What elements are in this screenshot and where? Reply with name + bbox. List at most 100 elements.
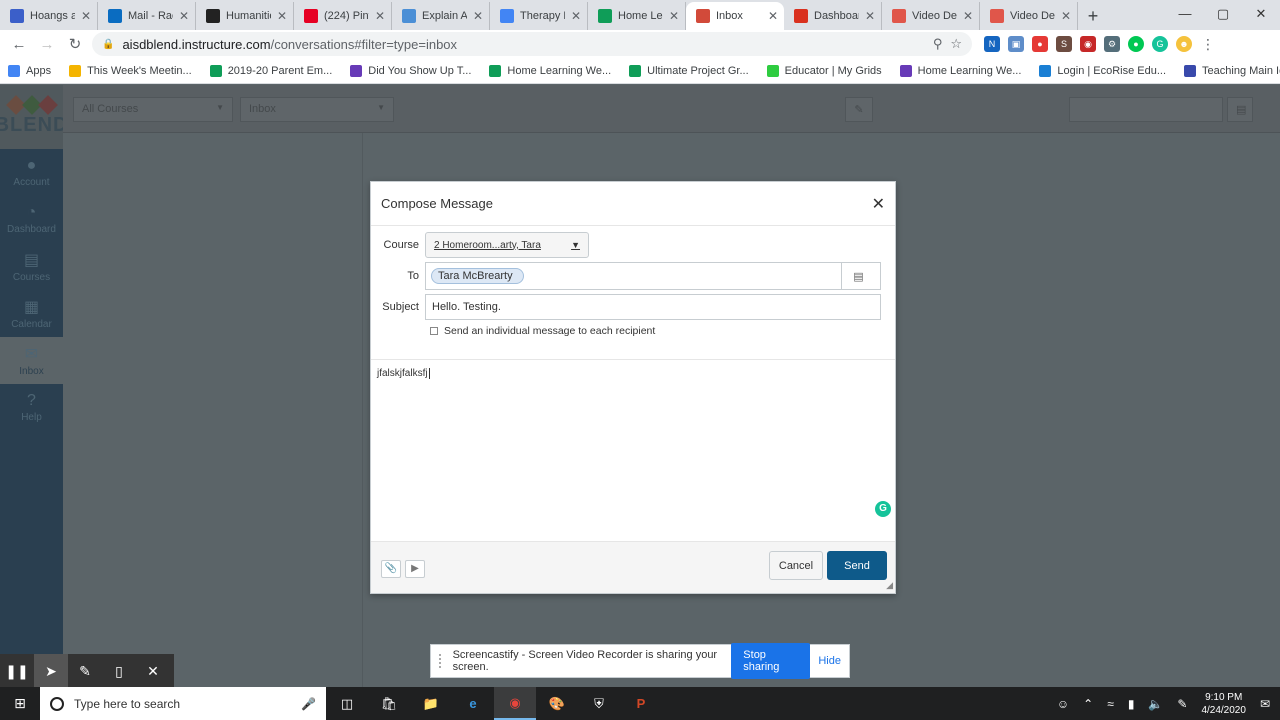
- bookmark-item[interactable]: Apps: [8, 64, 51, 77]
- bookmark-item[interactable]: Teaching Main Idea...: [1184, 64, 1280, 77]
- browser-tab[interactable]: Humanitie ✕: [196, 2, 294, 30]
- bookmark-item[interactable]: This Week's Meetin...: [69, 64, 192, 77]
- extension-icon[interactable]: N: [984, 36, 1000, 52]
- sidebar-item-calendar[interactable]: ▦ Calendar: [0, 290, 63, 337]
- close-tab-icon[interactable]: ✕: [81, 9, 91, 23]
- new-tab-button[interactable]: +: [1078, 2, 1108, 30]
- close-window-icon[interactable]: ✕: [1242, 0, 1280, 30]
- extension-icon[interactable]: ⚙: [1104, 36, 1120, 52]
- close-tab-icon[interactable]: ✕: [963, 9, 973, 23]
- course-filter-select[interactable]: All Courses ▼: [73, 97, 233, 122]
- compose-icon[interactable]: ✎: [845, 97, 873, 122]
- url-bar[interactable]: 🔒 aisdblend.instructure.com/conversation…: [92, 32, 972, 56]
- close-tab-icon[interactable]: ✕: [571, 9, 581, 23]
- sidebar-item-inbox[interactable]: ✉ Inbox: [0, 337, 63, 384]
- browser-tab[interactable]: Home Lea ✕: [588, 2, 686, 30]
- clock[interactable]: 9:10 PM 4/24/2020: [1201, 691, 1246, 717]
- powerpoint-icon[interactable]: P: [620, 687, 662, 720]
- screencastify-icon[interactable]: ●: [1128, 36, 1144, 52]
- close-tab-icon[interactable]: ✕: [768, 9, 778, 23]
- pen-workspace-icon[interactable]: ✎: [1177, 697, 1187, 711]
- profile-avatar[interactable]: ☻: [1176, 36, 1192, 52]
- browser-tab[interactable]: Mail - Rac ✕: [98, 2, 196, 30]
- sidebar-item-help[interactable]: ? Help: [0, 384, 63, 431]
- pointer-icon[interactable]: ➤: [34, 654, 68, 688]
- file-explorer-icon[interactable]: 📁: [410, 687, 452, 720]
- edge-icon[interactable]: e: [452, 687, 494, 720]
- bookmark-item[interactable]: 2019-20 Parent Em...: [209, 64, 332, 77]
- address-book-icon[interactable]: ▤: [841, 262, 875, 290]
- bookmark-item[interactable]: Educator | My Grids: [766, 64, 882, 77]
- store-icon[interactable]: 🛍: [368, 687, 410, 720]
- menu-dots-icon[interactable]: ⋮: [1200, 36, 1216, 52]
- close-tab-icon[interactable]: ✕: [375, 9, 385, 23]
- sidebar-item-courses[interactable]: ▤ Courses: [0, 243, 63, 290]
- resize-handle-icon[interactable]: ◢: [886, 580, 893, 591]
- paint-icon[interactable]: 🎨: [536, 687, 578, 720]
- sidebar-item-account[interactable]: ● Account: [0, 149, 63, 196]
- address-book-icon[interactable]: ▤: [1227, 97, 1253, 122]
- back-arrow-icon[interactable]: ←: [8, 36, 30, 53]
- browser-tab[interactable]: Dashboar ✕: [784, 2, 882, 30]
- pen-icon[interactable]: ✎: [68, 663, 102, 680]
- bookmark-item[interactable]: Ultimate Project Gr...: [629, 64, 749, 77]
- paperclip-icon[interactable]: 📎: [381, 560, 401, 578]
- grammarly-icon[interactable]: G: [1152, 36, 1168, 52]
- reload-icon[interactable]: ↻: [64, 35, 86, 53]
- browser-tab[interactable]: Explain Ar ✕: [392, 2, 490, 30]
- browser-tab[interactable]: Video Det ✕: [980, 2, 1078, 30]
- bookmark-item[interactable]: Home Learning We...: [489, 64, 611, 77]
- mailbox-filter-select[interactable]: Inbox ▼: [240, 97, 394, 122]
- subject-input[interactable]: Hello. Testing.: [425, 294, 881, 320]
- cancel-button[interactable]: Cancel: [769, 551, 823, 580]
- search-messages-input[interactable]: [1069, 97, 1223, 122]
- close-icon[interactable]: ✕: [136, 663, 170, 680]
- zoom-icon[interactable]: ⚲: [933, 36, 943, 52]
- maximize-icon[interactable]: ▢: [1204, 0, 1242, 30]
- close-icon[interactable]: ✕: [872, 194, 885, 214]
- grammarly-icon[interactable]: G: [875, 501, 891, 517]
- sidebar-item-dashboard[interactable]: ◔ Dashboard: [0, 196, 63, 243]
- extension-icon[interactable]: ▣: [1008, 36, 1024, 52]
- wifi-icon[interactable]: ≈: [1107, 697, 1114, 711]
- bookmark-star-icon[interactable]: ☆: [950, 36, 962, 52]
- chevron-up-icon[interactable]: ⌃: [1083, 697, 1093, 711]
- taskbar-search[interactable]: Type here to search 🎤: [40, 687, 326, 720]
- browser-tab[interactable]: Video Det ✕: [882, 2, 980, 30]
- recipient-chip[interactable]: Tara McBrearty: [431, 268, 524, 284]
- individual-message-checkbox[interactable]: [430, 327, 438, 335]
- bookmark-item[interactable]: Login | EcoRise Edu...: [1039, 64, 1166, 77]
- close-tab-icon[interactable]: ✕: [1061, 9, 1071, 23]
- bookmark-item[interactable]: Did You Show Up T...: [350, 64, 471, 77]
- drag-handle-icon[interactable]: [439, 654, 445, 668]
- minimize-icon[interactable]: —: [1166, 0, 1204, 30]
- extension-icon[interactable]: ◉: [1080, 36, 1096, 52]
- blend-logo[interactable]: BLEND: [0, 85, 67, 149]
- microphone-icon[interactable]: 🎤: [301, 697, 316, 711]
- close-tab-icon[interactable]: ✕: [277, 9, 287, 23]
- people-icon[interactable]: ☺: [1057, 697, 1069, 711]
- forward-arrow-icon[interactable]: →: [36, 36, 58, 53]
- browser-tab[interactable]: Hoangs ar ✕: [0, 2, 98, 30]
- volume-icon[interactable]: 🔈: [1148, 697, 1163, 711]
- recipient-input[interactable]: Tara McBrearty ▤: [425, 262, 881, 290]
- message-body-textarea[interactable]: jfalskjfalksfj: [377, 368, 430, 379]
- battery-icon[interactable]: ▮: [1128, 697, 1135, 711]
- task-view-icon[interactable]: ◫: [326, 687, 368, 720]
- send-button[interactable]: Send: [827, 551, 887, 580]
- course-select[interactable]: 2 Homeroom...arty, Tara ▼: [425, 232, 589, 258]
- browser-tab[interactable]: Inbox ✕: [686, 2, 784, 30]
- close-tab-icon[interactable]: ✕: [179, 9, 189, 23]
- windows-start-icon[interactable]: ⊞: [0, 695, 40, 712]
- bookmark-item[interactable]: Home Learning We...: [899, 64, 1021, 77]
- hide-link[interactable]: Hide: [818, 655, 841, 667]
- notifications-icon[interactable]: ✉: [1260, 697, 1270, 711]
- stop-sharing-button[interactable]: Stop sharing: [731, 643, 811, 679]
- close-tab-icon[interactable]: ✕: [473, 9, 483, 23]
- eraser-icon[interactable]: ▯: [102, 663, 136, 680]
- close-tab-icon[interactable]: ✕: [865, 9, 875, 23]
- browser-tab[interactable]: Therapy N ✕: [490, 2, 588, 30]
- extension-icon[interactable]: ●: [1032, 36, 1048, 52]
- media-record-icon[interactable]: ▶: [405, 560, 425, 578]
- pause-icon[interactable]: ❚❚: [0, 663, 34, 680]
